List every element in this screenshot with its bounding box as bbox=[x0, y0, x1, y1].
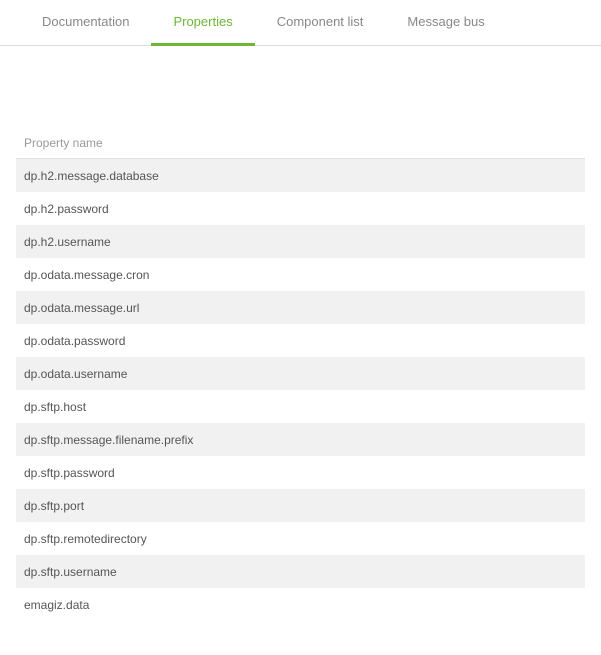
tab-message-bus[interactable]: Message bus bbox=[385, 0, 506, 46]
table-row[interactable]: dp.sftp.username bbox=[16, 555, 585, 588]
table-row[interactable]: dp.odata.message.cron bbox=[16, 258, 585, 291]
tab-component-list[interactable]: Component list bbox=[255, 0, 386, 46]
table-row[interactable]: dp.sftp.remotedirectory bbox=[16, 522, 585, 555]
table-row[interactable]: emagiz.data bbox=[16, 588, 585, 621]
table-row[interactable]: dp.h2.password bbox=[16, 192, 585, 225]
table-row[interactable]: dp.h2.username bbox=[16, 225, 585, 258]
tab-documentation[interactable]: Documentation bbox=[20, 0, 151, 46]
table-row[interactable]: dp.odata.username bbox=[16, 357, 585, 390]
table-row[interactable]: dp.h2.message.database bbox=[16, 159, 585, 192]
table-row[interactable]: dp.sftp.host bbox=[16, 390, 585, 423]
properties-table: dp.h2.message.database dp.h2.password dp… bbox=[16, 159, 585, 621]
column-header-property-name[interactable]: Property name bbox=[16, 136, 585, 159]
table-row[interactable]: dp.sftp.message.filename.prefix bbox=[16, 423, 585, 456]
content-area: Property name dp.h2.message.database dp.… bbox=[0, 46, 601, 621]
table-row[interactable]: dp.sftp.password bbox=[16, 456, 585, 489]
table-row[interactable]: dp.sftp.port bbox=[16, 489, 585, 522]
table-row[interactable]: dp.odata.password bbox=[16, 324, 585, 357]
tab-bar: Documentation Properties Component list … bbox=[0, 0, 601, 46]
table-row[interactable]: dp.odata.message.url bbox=[16, 291, 585, 324]
tab-properties[interactable]: Properties bbox=[151, 0, 254, 46]
